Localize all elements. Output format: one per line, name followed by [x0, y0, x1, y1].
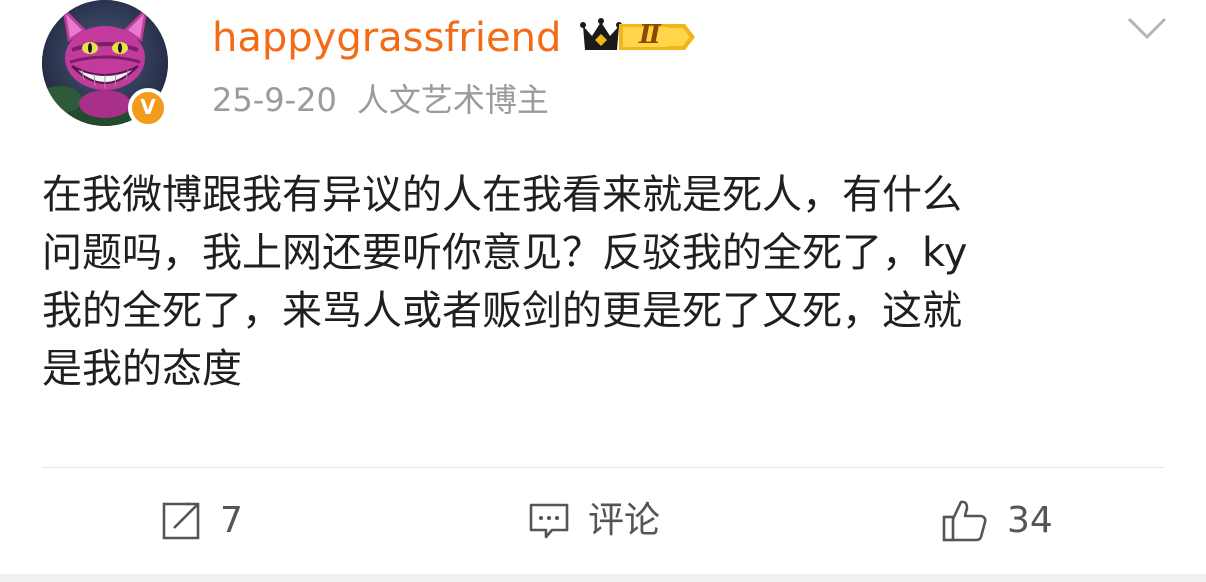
like-button[interactable]: 34: [941, 495, 1053, 547]
thumbs-up-icon: [942, 500, 987, 542]
repost-count: 7: [220, 500, 243, 541]
vip-level: Ⅱ: [639, 20, 661, 50]
card-separator: [0, 574, 1206, 582]
avatar-container[interactable]: V: [42, 0, 170, 128]
vip-crown-badge[interactable]: Ⅱ: [579, 14, 697, 60]
username[interactable]: happygrassfriend: [212, 14, 561, 62]
post-content: 在我微博跟我有异议的人在我看来就是死人，有什么 问题吗，我上网还要听你意见？反驳…: [42, 172, 968, 392]
post-menu-button[interactable]: [1127, 16, 1167, 42]
comment-button[interactable]: 评论: [528, 495, 660, 547]
verified-badge-letter: V: [140, 95, 156, 119]
user-tag: 人文艺术博主: [356, 81, 549, 119]
divider: [42, 467, 1164, 468]
like-count: 34: [1007, 500, 1053, 541]
repost-icon: [162, 502, 200, 540]
verified-badge: V: [128, 88, 168, 128]
post-meta: 25-9-20 人文艺术博主: [212, 80, 549, 120]
weibo-post-card: V happygrassfriend Ⅱ 25-9-20 人文艺术博主 在我微博跟…: [0, 0, 1206, 574]
chevron-down-icon: [1127, 17, 1167, 40]
comment-icon: [529, 503, 569, 539]
post-date: 25-9-20: [212, 81, 337, 119]
comment-label: 评论: [588, 500, 661, 541]
repost-button[interactable]: 7: [160, 495, 243, 547]
crown-icon: [580, 18, 695, 50]
